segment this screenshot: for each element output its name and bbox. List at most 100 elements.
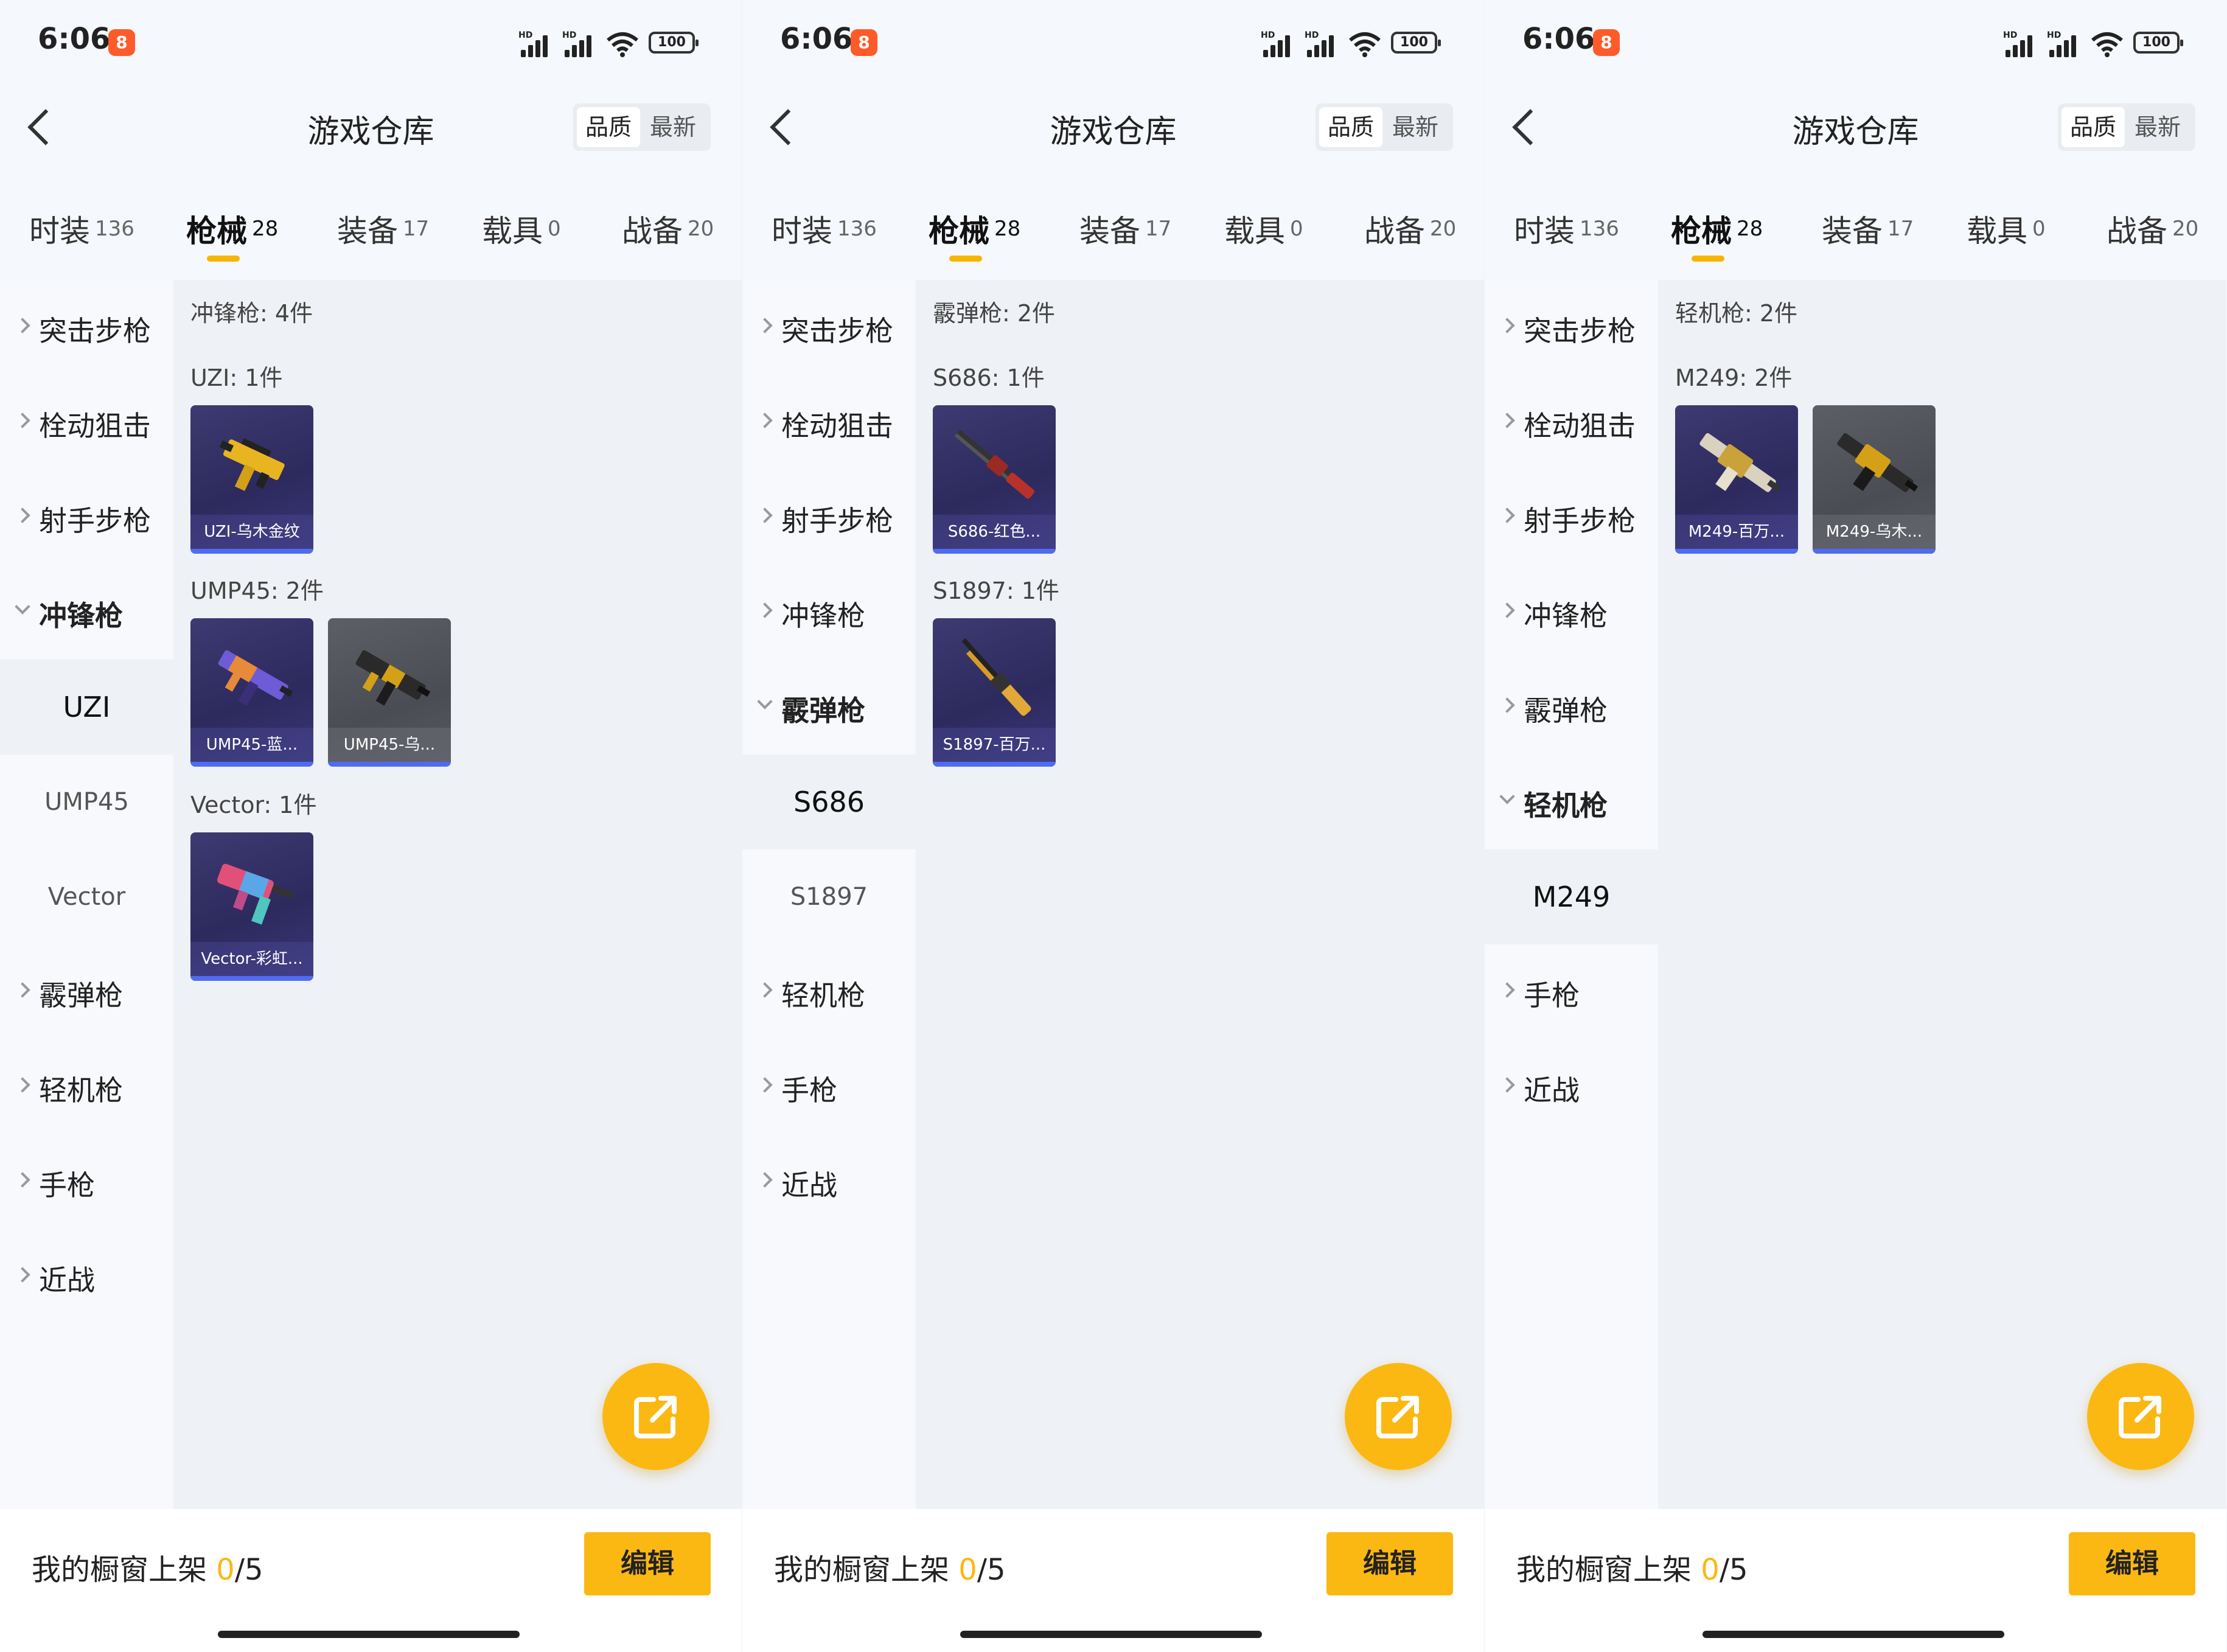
sidebar-item-lmg[interactable]: 轻机枪 bbox=[1485, 755, 1658, 849]
sidebar-item-lmg[interactable]: 轻机枪 bbox=[742, 944, 916, 1039]
sidebar-sub-vector[interactable]: Vector bbox=[0, 849, 173, 944]
sidebar-item-label: 轻机枪 bbox=[39, 1074, 123, 1107]
sidebar-item-lmg[interactable]: 轻机枪 bbox=[0, 1039, 173, 1134]
sidebar-item-bolt-sniper[interactable]: 栓动狙击 bbox=[742, 375, 916, 470]
sort-latest-button[interactable]: 最新 bbox=[2126, 107, 2189, 147]
tab-firearms[interactable]: 枪械 28 bbox=[1671, 207, 1763, 262]
sort-quality-button[interactable]: 品质 bbox=[2061, 107, 2125, 147]
home-indicator[interactable] bbox=[1702, 1631, 2004, 1638]
sidebar-item-bolt-sniper[interactable]: 栓动狙击 bbox=[0, 375, 173, 470]
tab-count: 136 bbox=[837, 217, 877, 241]
sidebar-sub-m249[interactable]: M249 bbox=[1485, 849, 1658, 944]
sidebar-item-bolt-sniper[interactable]: 栓动狙击 bbox=[1485, 375, 1658, 470]
sidebar-item-pistol[interactable]: 手枪 bbox=[1485, 944, 1658, 1039]
status-time: 6:06 bbox=[780, 22, 853, 56]
sidebar-item-smg[interactable]: 冲锋枪 bbox=[1485, 565, 1658, 660]
sidebar-item-assault-rifle[interactable]: 突击步枪 bbox=[0, 280, 173, 375]
edit-button[interactable]: 编辑 bbox=[1326, 1532, 1453, 1595]
chevron-right-icon bbox=[1499, 318, 1515, 333]
chevron-right-icon bbox=[15, 413, 30, 428]
item-name: Vector-彩虹... bbox=[190, 942, 313, 976]
sidebar-item-melee[interactable]: 近战 bbox=[742, 1134, 916, 1229]
sidebar-item-assault-rifle[interactable]: 突击步枪 bbox=[1485, 280, 1658, 375]
rarity-stripe bbox=[1675, 549, 1798, 554]
sidebar-item-smg[interactable]: 冲锋枪 bbox=[742, 565, 916, 660]
sidebar-item-shotgun[interactable]: 霰弹枪 bbox=[1485, 660, 1658, 755]
tab-equipment[interactable]: 装备 17 bbox=[337, 207, 429, 251]
sort-quality-button[interactable]: 品质 bbox=[1319, 107, 1382, 147]
tab-equipment[interactable]: 装备 17 bbox=[1822, 207, 1914, 251]
tab-count: 28 bbox=[1737, 217, 1763, 241]
tab-count: 28 bbox=[994, 217, 1021, 241]
wifi-icon bbox=[2091, 30, 2124, 57]
tab-fashion[interactable]: 时装 136 bbox=[772, 207, 877, 251]
sidebar-sub-s1897[interactable]: S1897 bbox=[742, 849, 916, 944]
edit-button[interactable]: 编辑 bbox=[2069, 1532, 2195, 1595]
tab-tactical[interactable]: 战备 20 bbox=[2107, 207, 2198, 251]
tab-label: 载具 bbox=[1967, 214, 2027, 249]
item-card[interactable]: UMP45-蓝... bbox=[190, 618, 313, 767]
item-card[interactable]: Vector-彩虹... bbox=[190, 832, 313, 981]
sidebar-sub-uzi[interactable]: UZI bbox=[0, 660, 173, 755]
sort-quality-button[interactable]: 品质 bbox=[577, 107, 640, 147]
sidebar-item-label: 冲锋枪 bbox=[39, 599, 123, 632]
sidebar-item-marksman-rifle[interactable]: 射手步枪 bbox=[0, 470, 173, 565]
sidebar-item-label: 突击步枪 bbox=[39, 315, 151, 347]
sidebar-item-shotgun[interactable]: 霰弹枪 bbox=[742, 660, 916, 755]
tab-vehicles[interactable]: 载具 0 bbox=[1224, 207, 1303, 251]
item-card[interactable]: M249-百万... bbox=[1675, 405, 1798, 554]
item-name: M249-乌木... bbox=[1813, 515, 1936, 549]
item-card[interactable]: S1897-百万... bbox=[933, 618, 1056, 767]
share-button[interactable] bbox=[1345, 1363, 1452, 1470]
sidebar-item-marksman-rifle[interactable]: 射手步枪 bbox=[1485, 470, 1658, 565]
sidebar-item-pistol[interactable]: 手枪 bbox=[742, 1039, 916, 1134]
sidebar-item-marksman-rifle[interactable]: 射手步枪 bbox=[742, 470, 916, 565]
sidebar-item-assault-rifle[interactable]: 突击步枪 bbox=[742, 280, 916, 375]
home-indicator[interactable] bbox=[960, 1631, 1262, 1638]
tab-count: 20 bbox=[1430, 217, 1457, 241]
tab-count: 17 bbox=[1145, 217, 1172, 241]
sidebar-item-label: 近战 bbox=[1524, 1074, 1580, 1107]
tab-fashion[interactable]: 时装 136 bbox=[1514, 207, 1619, 251]
sidebar-item-melee[interactable]: 近战 bbox=[0, 1229, 173, 1324]
sidebar-item-melee[interactable]: 近战 bbox=[1485, 1039, 1658, 1134]
tab-tactical[interactable]: 战备 20 bbox=[1364, 207, 1456, 251]
m249-million-icon bbox=[1699, 433, 1781, 492]
tab-firearms[interactable]: 枪械 28 bbox=[186, 207, 278, 262]
tab-vehicles[interactable]: 载具 0 bbox=[482, 207, 561, 251]
sidebar-item-smg[interactable]: 冲锋枪 bbox=[0, 565, 173, 660]
item-card[interactable]: S686-红色... bbox=[933, 405, 1056, 554]
share-icon bbox=[2119, 1396, 2161, 1438]
tab-count: 0 bbox=[1290, 217, 1303, 241]
sidebar-item-shotgun[interactable]: 霰弹枪 bbox=[0, 944, 173, 1039]
share-button[interactable] bbox=[602, 1363, 709, 1470]
chevron-right-icon bbox=[15, 1077, 30, 1093]
sort-latest-button[interactable]: 最新 bbox=[1384, 107, 1447, 147]
chevron-right-icon bbox=[757, 1077, 773, 1093]
item-grid: 霰弹枪: 2件 S686: 1件 S686-红色... S1897: 1件 S1… bbox=[916, 280, 1484, 1509]
chevron-right-icon bbox=[757, 1172, 773, 1188]
tab-count: 20 bbox=[688, 217, 714, 241]
item-card[interactable]: M249-乌木... bbox=[1813, 405, 1936, 554]
tab-firearms[interactable]: 枪械 28 bbox=[929, 207, 1021, 262]
sort-latest-button[interactable]: 最新 bbox=[641, 107, 705, 147]
sidebar-sub-s686[interactable]: S686 bbox=[742, 755, 916, 849]
sidebar-item-label: 射手步枪 bbox=[1524, 504, 1636, 537]
share-button[interactable] bbox=[2087, 1363, 2194, 1470]
sidebar-item-label: 手枪 bbox=[1524, 979, 1580, 1012]
tab-tactical[interactable]: 战备 20 bbox=[622, 207, 714, 251]
tab-equipment[interactable]: 装备 17 bbox=[1079, 207, 1171, 251]
item-card[interactable]: UMP45-乌... bbox=[328, 618, 451, 767]
sidebar-item-pistol[interactable]: 手枪 bbox=[0, 1134, 173, 1229]
chevron-down-icon bbox=[15, 599, 30, 615]
tab-vehicles[interactable]: 载具 0 bbox=[1967, 207, 2046, 251]
edit-button[interactable]: 编辑 bbox=[584, 1532, 711, 1595]
status-time: 6:06 bbox=[1522, 22, 1595, 56]
sort-toggle: 品质 最新 bbox=[1316, 103, 1453, 151]
sidebar-sub-ump45[interactable]: UMP45 bbox=[0, 755, 173, 849]
item-card[interactable]: UZI-乌木金纹 bbox=[190, 405, 313, 554]
tab-fashion[interactable]: 时装 136 bbox=[29, 207, 134, 251]
sidebar-item-label: 轻机枪 bbox=[781, 979, 865, 1012]
chevron-right-icon bbox=[1499, 413, 1515, 428]
home-indicator[interactable] bbox=[218, 1631, 520, 1638]
